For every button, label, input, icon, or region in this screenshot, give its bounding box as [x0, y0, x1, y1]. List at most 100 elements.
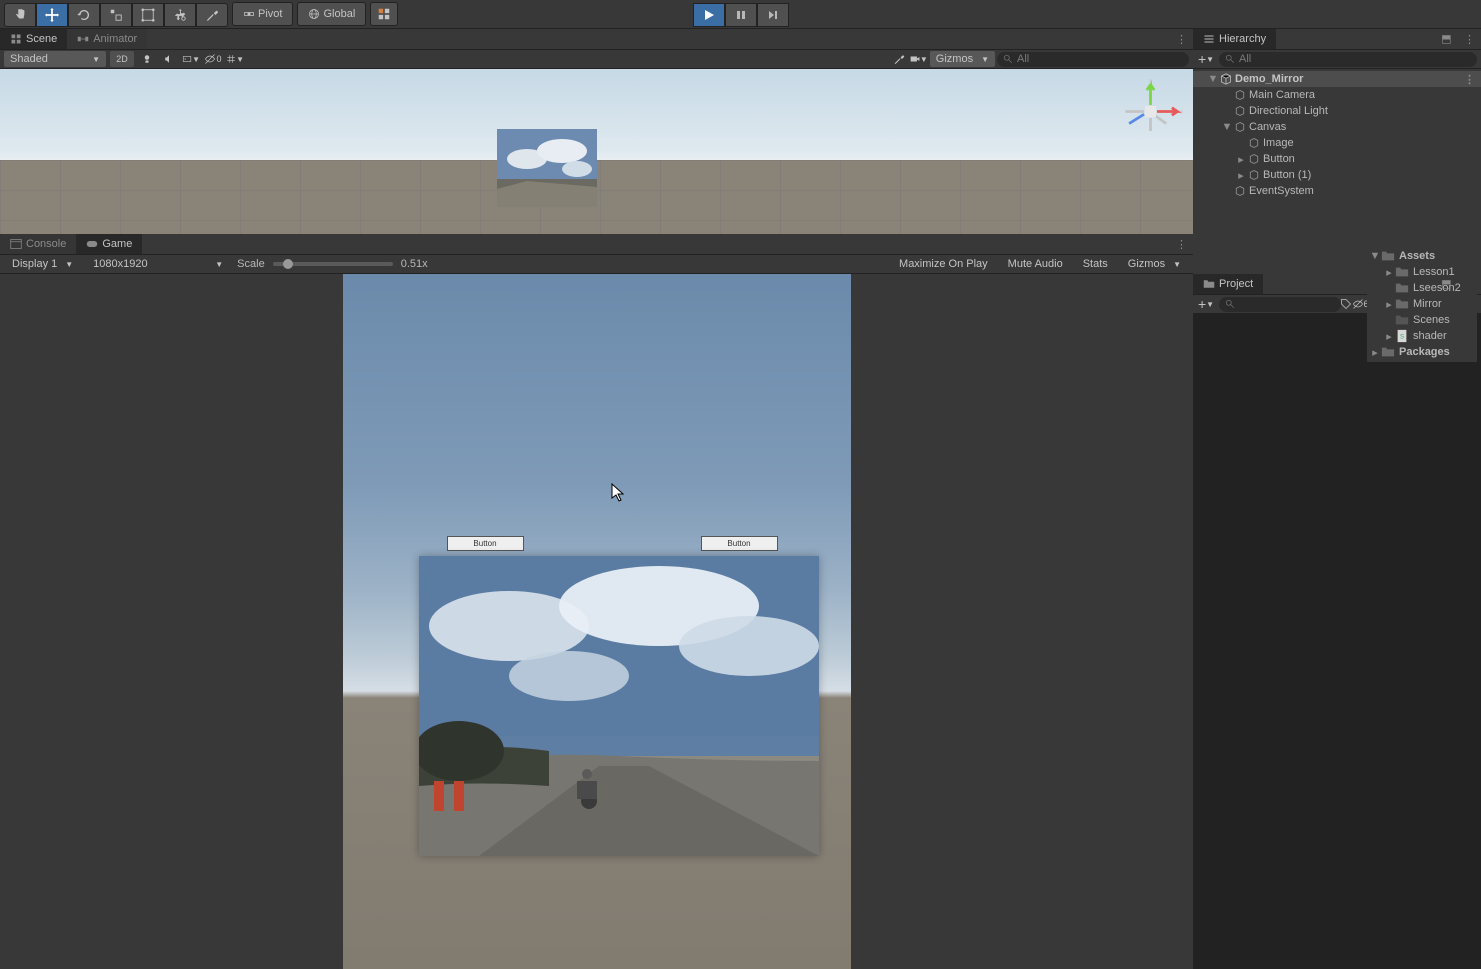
project-folder[interactable]: ▸ Mirror [1367, 296, 1477, 312]
gameobject-icon [1233, 120, 1247, 134]
play-button[interactable] [693, 3, 725, 27]
gameobject-icon [1233, 104, 1247, 118]
tab-game[interactable]: Game [76, 234, 142, 254]
project-hidden-toggle[interactable]: 6 [1352, 296, 1369, 312]
hierarchy-item[interactable]: Image [1193, 135, 1481, 151]
hierarchy-search-placeholder: All [1239, 53, 1251, 65]
rotate-tool-button[interactable] [68, 3, 100, 27]
game-toolbar: Display 1▼ 1080x1920▼ Scale 0.51x Maximi… [0, 255, 1193, 274]
foldout-icon[interactable]: ▼ [1369, 250, 1381, 262]
project-folder[interactable]: Scenes [1367, 312, 1477, 328]
move-tool-button[interactable] [36, 3, 68, 27]
game-ui-button-1[interactable]: Button [447, 536, 524, 551]
step-button[interactable] [757, 3, 789, 27]
transform-tool-button[interactable] [164, 3, 196, 27]
game-gizmos-dropdown[interactable]: Gizmos▼ [1122, 256, 1187, 272]
shading-label: Shaded [10, 53, 48, 65]
game-ui-button-2[interactable]: Button [701, 536, 778, 551]
project-folder[interactable]: Lseeson2 [1367, 280, 1477, 296]
snap-toggle-button[interactable] [370, 2, 398, 26]
foldout-icon[interactable]: ▼ [1207, 73, 1219, 85]
hand-tool-button[interactable] [4, 3, 36, 27]
svg-text:S: S [1400, 334, 1404, 341]
foldout-icon[interactable]: ▸ [1383, 266, 1395, 279]
shading-mode-dropdown[interactable]: Shaded▼ [4, 51, 106, 67]
mute-audio-toggle[interactable]: Mute Audio [1002, 258, 1069, 270]
pivot-label: Pivot [258, 8, 282, 20]
stats-toggle[interactable]: Stats [1077, 258, 1114, 270]
project-folder[interactable]: ▸ Sshader [1367, 328, 1477, 344]
project-create-button[interactable]: +▼ [1197, 296, 1215, 312]
pause-button[interactable] [725, 3, 757, 27]
foldout-icon[interactable]: ▼ [1221, 121, 1233, 133]
hierarchy-item[interactable]: Main Camera [1193, 87, 1481, 103]
foldout-icon[interactable]: ▸ [1235, 169, 1247, 182]
gameobject-icon [1247, 168, 1261, 182]
tab-console[interactable]: Console [0, 234, 76, 254]
scene-visibility-toggle[interactable]: 0 [204, 51, 222, 67]
resolution-dropdown[interactable]: 1080x1920▼ [87, 256, 229, 272]
hierarchy-item-label: Button (1) [1263, 169, 1311, 181]
scene-image-gizmo[interactable] [497, 129, 597, 207]
hierarchy-scene-row[interactable]: ▼Demo_Mirror⋮ [1193, 71, 1481, 87]
gameobject-icon [1247, 152, 1261, 166]
hierarchy-item[interactable]: Directional Light [1193, 103, 1481, 119]
hierarchy-item[interactable]: ▸Button [1193, 151, 1481, 167]
foldout-icon[interactable]: ▸ [1369, 346, 1381, 359]
scene-light-toggle[interactable] [138, 51, 156, 67]
project-folder[interactable]: ▸Lesson1 [1367, 264, 1477, 280]
hierarchy-panel-menu[interactable]: ⋮ [1458, 33, 1481, 46]
hierarchy-tree: ▼Demo_Mirror⋮ Main Camera Directional Li… [1193, 69, 1481, 274]
layers-count: 0 [216, 54, 221, 64]
hierarchy-panel-dock[interactable]: ◧ [1440, 28, 1453, 50]
pivot-toggle-button[interactable]: Pivot [232, 2, 293, 26]
game-icon [86, 238, 98, 250]
tab-scene[interactable]: Scene [0, 29, 67, 49]
foldout-icon[interactable]: ▸ [1383, 330, 1395, 343]
hierarchy-search-input[interactable]: All [1219, 52, 1477, 67]
global-toggle-button[interactable]: Global [297, 2, 366, 26]
search-icon [1003, 54, 1013, 64]
scene-search-input[interactable]: All [997, 52, 1189, 67]
scene-camera-button[interactable]: ▼ [910, 51, 928, 67]
tab-hierarchy[interactable]: Hierarchy [1193, 29, 1276, 49]
project-item-label: shader [1413, 330, 1447, 342]
maximize-on-play-toggle[interactable]: Maximize On Play [893, 258, 994, 270]
animator-icon [77, 33, 89, 45]
project-folder-assets[interactable]: ▼Assets [1367, 248, 1477, 264]
project-panel-dock[interactable]: ◧ [1440, 273, 1453, 295]
display-dropdown[interactable]: Display 1▼ [6, 256, 79, 272]
hierarchy-create-button[interactable]: +▼ [1197, 51, 1215, 67]
foldout-icon[interactable]: ▸ [1235, 153, 1247, 166]
project-filter-type-button[interactable]: 6 [1345, 296, 1363, 312]
gizmos-dropdown[interactable]: Gizmos▼ [930, 51, 995, 67]
project-folder-label: Mirror [1413, 298, 1442, 310]
project-folder-packages[interactable]: ▸Packages [1367, 344, 1477, 360]
tab-project[interactable]: Project [1193, 274, 1263, 294]
hierarchy-scene-menu[interactable]: ⋮ [1458, 73, 1481, 86]
hierarchy-item[interactable]: ▼Canvas [1193, 119, 1481, 135]
custom-tool-button[interactable] [196, 3, 228, 27]
tab-animator[interactable]: Animator [67, 29, 147, 49]
rect-tool-button[interactable] [132, 3, 164, 27]
scale-tool-button[interactable] [100, 3, 132, 27]
hierarchy-item[interactable]: EventSystem [1193, 183, 1481, 199]
game-tab-label: Game [102, 238, 132, 250]
game-panel-menu[interactable]: ⋮ [1170, 234, 1193, 254]
scene-audio-toggle[interactable] [160, 51, 178, 67]
project-search-input[interactable] [1219, 297, 1341, 312]
orientation-gizmo[interactable]: y x [1118, 79, 1178, 139]
2d-toggle-button[interactable]: 2D [110, 51, 134, 67]
scene-tools-button[interactable] [890, 51, 908, 67]
scene-grid-toggle[interactable]: ▼ [226, 51, 244, 67]
hierarchy-item[interactable]: ▸ Button (1) [1193, 167, 1481, 183]
scale-slider[interactable] [273, 262, 393, 266]
foldout-icon[interactable]: ▸ [1383, 298, 1395, 311]
scene-panel-menu[interactable]: ⋮ [1170, 29, 1193, 49]
game-view[interactable]: Button Button [0, 274, 1193, 969]
scene-view[interactable]: y x [0, 69, 1193, 234]
play-controls-group [693, 3, 789, 25]
project-filter-label-button[interactable] [1340, 296, 1352, 312]
game-ui-button-1-label: Button [473, 539, 496, 548]
scene-fx-toggle[interactable]: ▼ [182, 51, 200, 67]
